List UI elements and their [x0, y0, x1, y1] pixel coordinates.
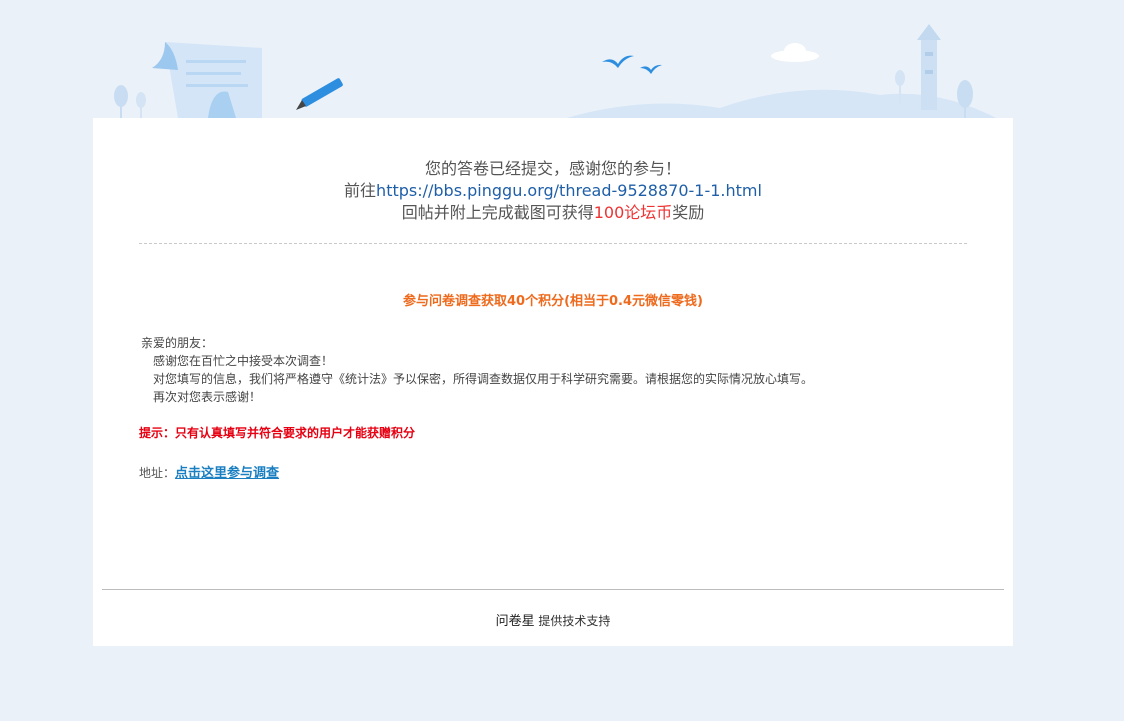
address-label: 地址： [139, 466, 176, 480]
dashed-divider [139, 243, 967, 244]
scroll-illustration [152, 42, 262, 118]
reward-amount: 100论坛币 [593, 203, 673, 222]
pencil-illustration [296, 78, 343, 110]
tip-text: 提示：只有认真填写并符合要求的用户才能获赠积分 [139, 426, 416, 440]
footer-divider [102, 589, 1004, 590]
reward-suffix: 奖励 [672, 203, 705, 222]
survey-participate-link[interactable]: 点击这里参与调查 [175, 466, 279, 481]
reward-prefix: 回帖并附上完成截图可获得 [401, 203, 594, 222]
cloud-icon [771, 43, 819, 62]
footer: 问卷星 提供技术支持 [93, 610, 1013, 629]
survey-address: 地址：点击这里参与调查 [139, 462, 279, 481]
survey-intro: 亲爱的朋友： 感谢您在百忙之中接受本次调查！ 对您填写的信息，我们将严格遵守《统… [141, 334, 961, 406]
footer-brand-link[interactable]: 问卷星 [496, 614, 535, 629]
bird-icon [602, 55, 662, 74]
survey-promo-title: 参与问卷调查获取40个积分(相当于0.4元微信零钱) [402, 294, 703, 309]
intro-paragraph-3: 再次对您表示感谢！ [153, 390, 262, 404]
forum-link-prefix: 前往 [344, 181, 377, 200]
intro-paragraph-1: 感谢您在百忙之中接受本次调查！ [153, 354, 334, 368]
greeting-text: 亲爱的朋友： [141, 336, 214, 350]
header-banner [114, 24, 1000, 120]
submit-thanks-message: 您的答卷已经提交，感谢您的参与！ 前往https://bbs.pinggu.or… [93, 158, 1013, 224]
content-card: 您的答卷已经提交，感谢您的参与！ 前往https://bbs.pinggu.or… [93, 118, 1013, 646]
tree-icon [114, 85, 146, 118]
intro-paragraph-2: 对您填写的信息，我们将严格遵守《统计法》予以保密，所得调查数据仅用于科学研究需要… [153, 372, 814, 386]
footer-support-text: 提供技术支持 [538, 614, 611, 628]
forum-link-line: 前往https://bbs.pinggu.org/thread-9528870-… [93, 180, 1013, 202]
page: 您的答卷已经提交，感谢您的参与！ 前往https://bbs.pinggu.or… [0, 0, 1124, 721]
forum-thread-link[interactable]: https://bbs.pinggu.org/thread-9528870-1-… [376, 181, 762, 200]
thanks-line: 您的答卷已经提交，感谢您的参与！ [424, 159, 681, 178]
reward-line: 回帖并附上完成截图可获得100论坛币奖励 [93, 202, 1013, 224]
